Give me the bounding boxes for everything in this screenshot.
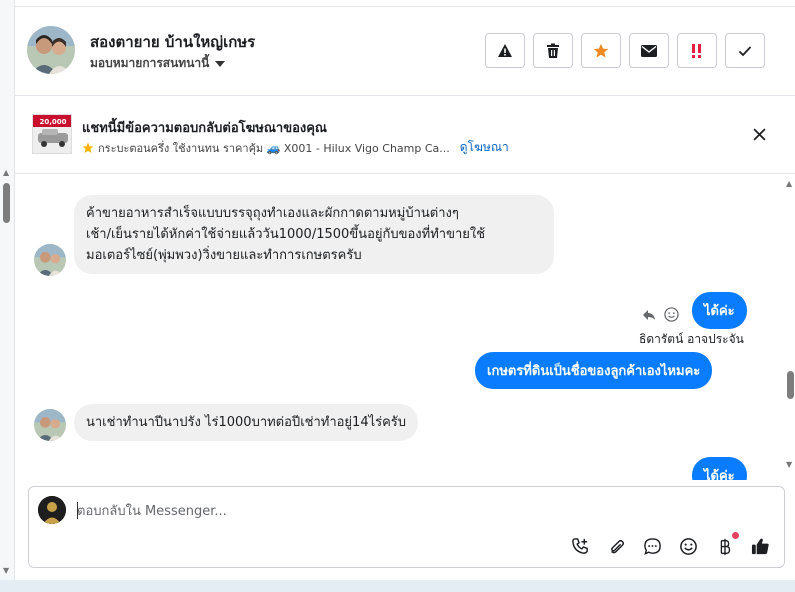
view-ad-link[interactable]: ดูโฆษณา bbox=[460, 138, 509, 157]
emoji-icon bbox=[680, 538, 697, 555]
scroll-up-arrow-icon[interactable]: ▲ bbox=[3, 168, 9, 177]
message-list[interactable]: ค้าขายอาหารสำเร็จแบบบรรจุถุงทำเองและผักก… bbox=[15, 175, 795, 480]
contact-avatar-small[interactable] bbox=[34, 409, 66, 441]
message-list-scrollbar[interactable]: ▲ ▼ bbox=[784, 175, 795, 470]
baht-icon bbox=[720, 538, 730, 555]
message-tools bbox=[642, 307, 679, 322]
urgent-icon bbox=[692, 43, 701, 58]
message-list-scrollbar-thumb[interactable] bbox=[787, 371, 794, 399]
conversation-panel: สองตายาย บ้านใหญ่เกษร มอบหมายการสนทนานี้ bbox=[14, 0, 795, 580]
reply-input[interactable] bbox=[77, 501, 677, 521]
check-icon bbox=[738, 45, 752, 56]
ad-description: กระบะตอนครึ่ง ใช้งานทน ราคาคุ้ม 🚙 X001 -… bbox=[98, 141, 450, 155]
mark-unread-button[interactable] bbox=[629, 33, 669, 68]
message-line: เช้า/เย็นรายได้หักค่าใช้จ่ายแล้ววัน1000/… bbox=[86, 227, 486, 242]
close-banner-button[interactable] bbox=[753, 126, 766, 145]
warning-icon bbox=[498, 43, 512, 57]
attachment-button[interactable] bbox=[605, 535, 628, 558]
payment-button[interactable] bbox=[713, 532, 739, 558]
warning-button[interactable] bbox=[485, 33, 525, 68]
outgoing-message[interactable]: ได้ค่ะ bbox=[692, 457, 747, 480]
sender-name: ธิดารัตน์ อาจประจัน bbox=[639, 332, 744, 346]
urgent-button[interactable] bbox=[677, 33, 717, 68]
assign-conversation-dropdown[interactable]: มอบหมายการสนทนานี้ bbox=[90, 54, 226, 73]
ad-description-row: กระบะตอนครึ่ง ใช้งานทน ราคาคุ้ม 🚙 X001 -… bbox=[82, 138, 509, 157]
mail-icon bbox=[641, 44, 657, 57]
ad-thumbnail[interactable]: 20,000 bbox=[32, 114, 72, 154]
like-icon bbox=[751, 538, 769, 555]
scroll-up-arrow-icon[interactable]: ▲ bbox=[786, 179, 792, 188]
page-avatar bbox=[38, 496, 66, 524]
ad-banner-title: แชทนี้มีข้อความตอบกลับต่อโฆษณาของคุณ bbox=[82, 121, 327, 136]
contact-avatar[interactable] bbox=[27, 26, 75, 74]
message-line: ค้าขายอาหารสำเร็จแบบบรรจุถุงทำเองและผักก… bbox=[86, 206, 459, 221]
emoji-button[interactable] bbox=[677, 535, 700, 558]
call-add-button[interactable] bbox=[569, 535, 592, 558]
contact-avatar-small[interactable] bbox=[34, 244, 66, 276]
mark-done-button[interactable] bbox=[725, 33, 765, 68]
notification-dot bbox=[732, 532, 739, 539]
saved-replies-button[interactable] bbox=[641, 535, 664, 558]
page-scrollbar-thumb[interactable] bbox=[3, 183, 10, 223]
message-line: มอเตอร์ไซย์(พุ่มพวง)วิ่งขายและทำการเกษตร… bbox=[86, 248, 362, 263]
incoming-message[interactable]: นาเช่าทำนาปีนาปรัง ไร่1000บาทต่อปีเช่าทำ… bbox=[74, 404, 419, 441]
outgoing-message[interactable]: เกษตรที่ดินเป็นชื่อของลูกค้าเองไหมคะ bbox=[475, 352, 713, 389]
outgoing-message[interactable]: ได้ค่ะ bbox=[692, 292, 747, 329]
call-add-icon bbox=[572, 538, 588, 554]
assign-label: มอบหมายการสนทนานี้ bbox=[90, 56, 210, 70]
scroll-down-arrow-icon[interactable]: ▼ bbox=[786, 460, 792, 469]
like-button[interactable] bbox=[749, 535, 772, 558]
reply-icon[interactable] bbox=[642, 309, 656, 321]
conversation-header: สองตายาย บ้านใหญ่เกษร มอบหมายการสนทนานี้ bbox=[15, 6, 795, 96]
react-emoji-icon[interactable] bbox=[664, 307, 679, 322]
ad-thumb-price: 20,000 bbox=[39, 118, 66, 126]
header-actions bbox=[485, 33, 765, 68]
scroll-down-arrow-icon[interactable]: ▼ bbox=[3, 566, 9, 575]
ad-reply-banner: 20,000 แชทนี้มีข้อความตอบกลับต่อโฆษณาของ… bbox=[15, 96, 795, 174]
chat-bubble-icon bbox=[644, 538, 661, 555]
trash-icon bbox=[547, 43, 559, 58]
page-scrollbar[interactable]: ▲ ▼ bbox=[0, 0, 14, 580]
star-icon bbox=[593, 43, 609, 57]
text-cursor bbox=[77, 502, 78, 519]
star-button[interactable] bbox=[581, 33, 621, 68]
bottom-strip bbox=[0, 580, 795, 592]
delete-button[interactable] bbox=[533, 33, 573, 68]
incoming-message[interactable]: ค้าขายอาหารสำเร็จแบบบรรจุถุงทำเองและผักก… bbox=[74, 195, 554, 274]
reply-composer bbox=[28, 486, 785, 568]
chevron-down-icon bbox=[215, 60, 226, 67]
composer-tools bbox=[569, 532, 772, 558]
close-icon bbox=[753, 128, 766, 141]
star-icon bbox=[82, 142, 94, 153]
contact-name: สองตายาย บ้านใหญ่เกษร bbox=[90, 33, 256, 51]
attachment-icon bbox=[610, 539, 624, 553]
